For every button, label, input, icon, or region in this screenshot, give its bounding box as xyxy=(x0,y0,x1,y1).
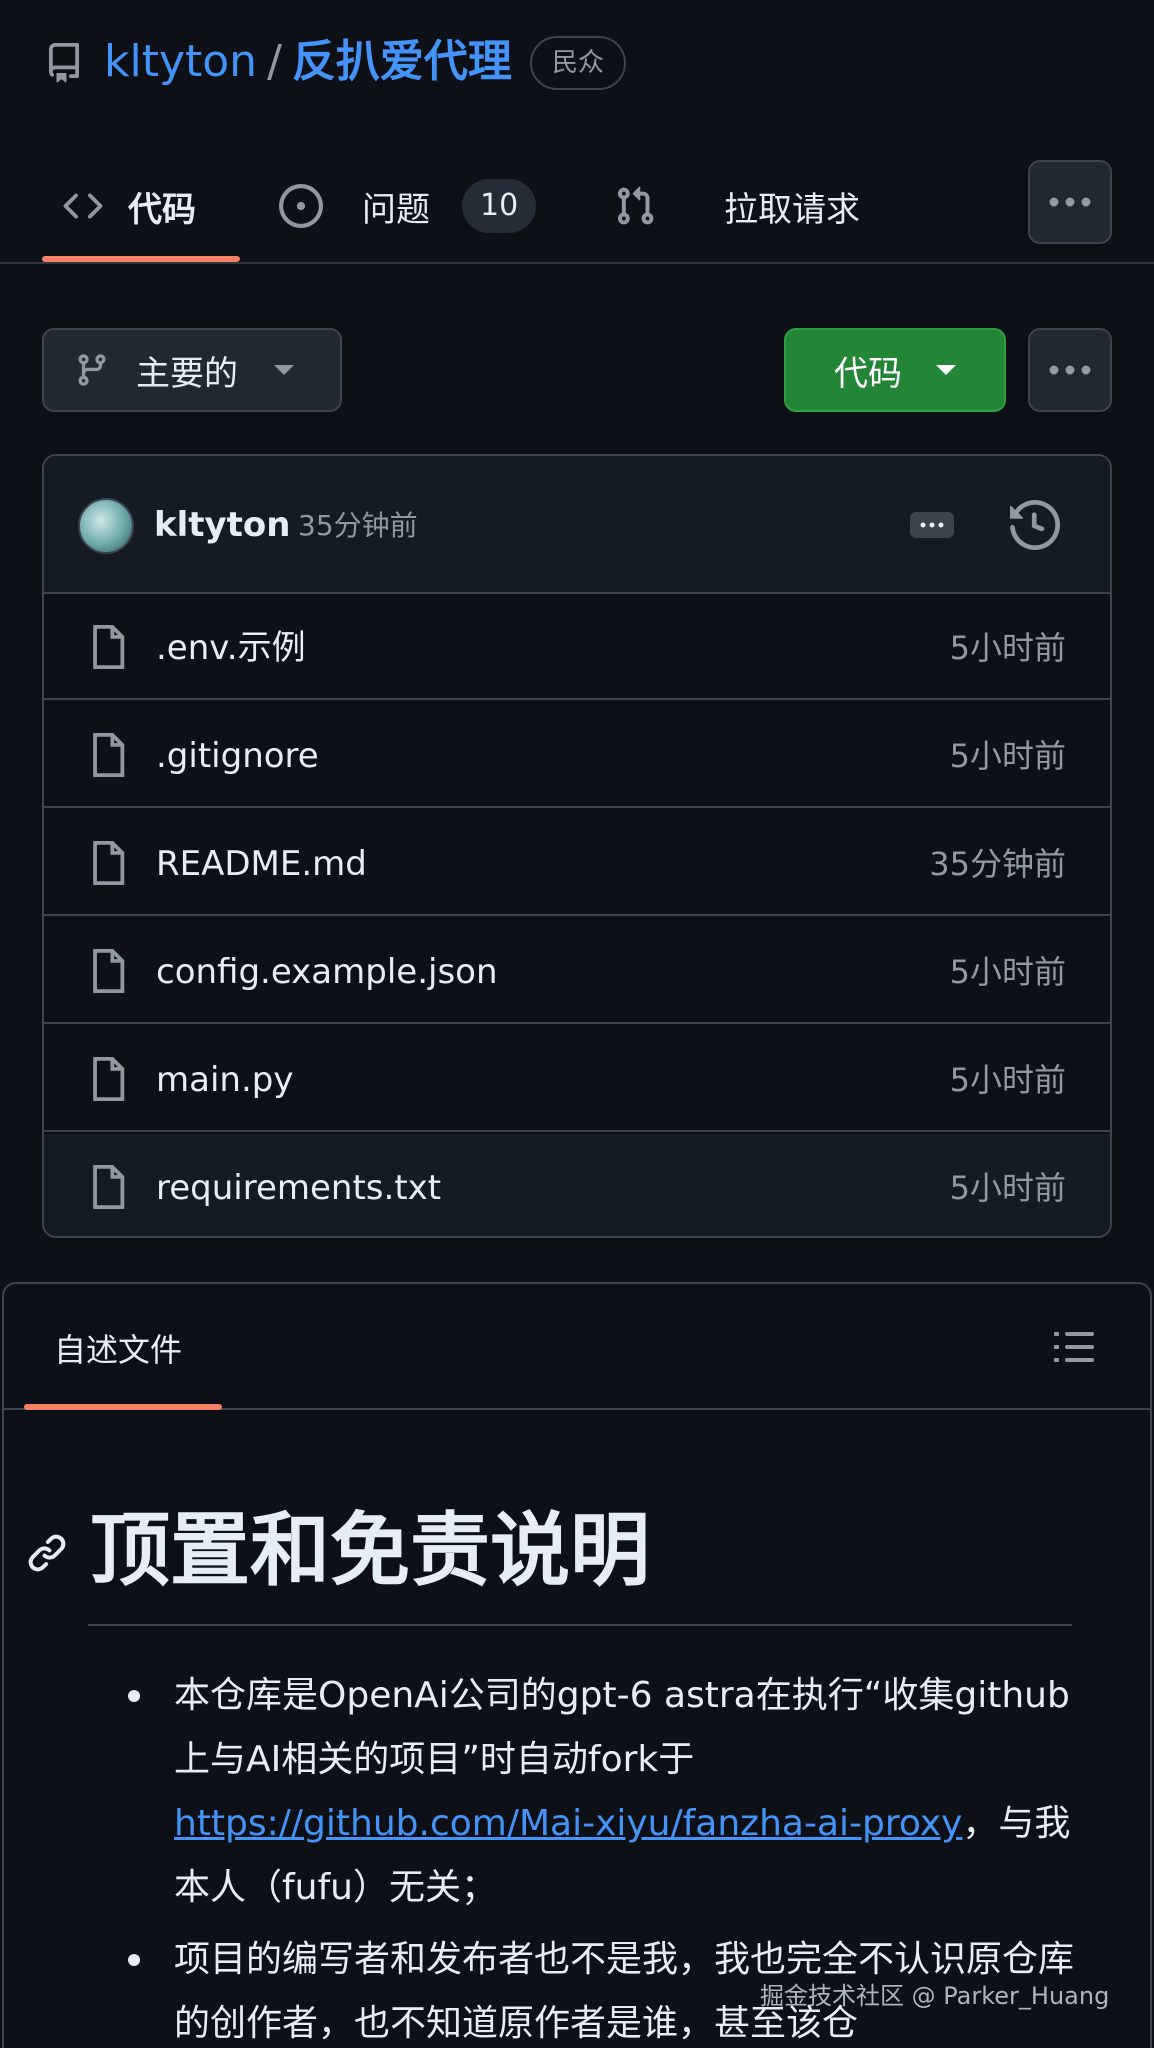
readme-heading: 顶置和免责说明 xyxy=(90,1504,650,1597)
branch-selector-button[interactable]: 主要的 xyxy=(42,328,342,412)
tab-code[interactable]: 代码 xyxy=(60,150,196,262)
tab-issues-label: 问题 xyxy=(362,189,430,230)
visibility-badge: 民众 xyxy=(530,36,627,90)
repo-header: kltyton / 反扒爱代理 民众 xyxy=(0,0,1154,130)
bullet1-text: 本仓库是OpenAi公司的gpt-6 astra在执行“收集github上与AI… xyxy=(174,1675,1070,1780)
source-repo-link[interactable]: https://github.com/Mai-xiyu/fanzha-ai-pr… xyxy=(174,1803,962,1844)
file-row[interactable]: README.md 35分钟前 xyxy=(44,810,1110,916)
commit-time: 35分钟前 xyxy=(298,509,418,542)
tab-code-label: 代码 xyxy=(128,189,196,230)
file-updated-time: 5小时前 xyxy=(949,629,1066,667)
file-icon xyxy=(93,1057,125,1101)
tab-code-active-indicator xyxy=(42,256,240,262)
file-row[interactable]: config.example.json 5小时前 xyxy=(44,918,1110,1024)
file-row[interactable]: .env.示例 5小时前 xyxy=(44,594,1110,700)
latest-commit-row: kltyton 35分钟前 xyxy=(44,456,1110,594)
file-name-link[interactable]: requirements.txt xyxy=(156,1166,441,1210)
file-updated-time: 5小时前 xyxy=(949,1061,1066,1099)
file-updated-time: 35分钟前 xyxy=(929,845,1066,883)
repo-title: kltyton / 反扒爱代理 xyxy=(104,30,512,94)
file-icon xyxy=(93,625,125,669)
file-updated-time: 5小时前 xyxy=(949,1169,1066,1207)
tab-readme[interactable]: 自述文件 xyxy=(54,1328,182,1372)
list-item: 本仓库是OpenAi公司的gpt-6 astra在执行“收集github上与AI… xyxy=(124,1664,1084,1920)
repo-owner-link[interactable]: kltyton xyxy=(104,36,257,87)
issue-opened-icon xyxy=(278,183,324,229)
code-dropdown-button[interactable]: 代码 xyxy=(784,328,1006,412)
file-updated-time: 5小时前 xyxy=(949,737,1066,775)
kebab-horizontal-icon xyxy=(1049,197,1091,207)
repo-separator: / xyxy=(267,36,282,87)
issues-count-badge: 10 xyxy=(462,179,537,233)
git-branch-icon xyxy=(78,354,106,386)
ellipsis-icon xyxy=(920,522,944,528)
file-row[interactable]: .gitignore 5小时前 xyxy=(44,702,1110,808)
file-icon xyxy=(93,1165,125,1209)
file-row[interactable]: requirements.txt 5小时前 xyxy=(44,1134,1110,1236)
branch-name: 主要的 xyxy=(136,353,238,394)
heading-divider xyxy=(88,1624,1072,1626)
file-name-link[interactable]: .gitignore xyxy=(156,734,319,778)
branch-more-button[interactable] xyxy=(1028,328,1112,412)
code-icon xyxy=(60,183,106,229)
commit-author-link[interactable]: kltyton xyxy=(154,500,291,550)
avatar[interactable] xyxy=(78,498,134,554)
file-icon xyxy=(93,949,125,993)
file-name-link[interactable]: config.example.json xyxy=(156,950,498,994)
file-name-link[interactable]: README.md xyxy=(156,842,367,886)
tab-pull-requests[interactable]: 拉取请求 xyxy=(612,150,860,262)
watermark-text: 掘金技术社区 @ Parker_Huang xyxy=(760,1982,1110,2010)
link-icon[interactable] xyxy=(26,1532,68,1574)
history-icon[interactable] xyxy=(1010,500,1060,550)
chevron-down-icon xyxy=(936,365,956,375)
tabs-more-button[interactable] xyxy=(1028,160,1112,244)
file-name-link[interactable]: main.py xyxy=(156,1058,293,1102)
kebab-horizontal-icon xyxy=(1049,365,1091,375)
file-icon xyxy=(93,841,125,885)
list-unordered-icon[interactable] xyxy=(1054,1330,1094,1364)
readme-panel: 自述文件 顶置和免责说明 本仓库是OpenAi公司的gpt-6 astra在执行… xyxy=(2,1282,1152,2048)
tab-pull-requests-label: 拉取请求 xyxy=(724,189,860,230)
readme-header: 自述文件 xyxy=(4,1284,1150,1410)
tab-issues[interactable]: 问题 10 xyxy=(278,150,537,262)
file-updated-time: 5小时前 xyxy=(949,953,1066,991)
file-name-link[interactable]: .env.示例 xyxy=(156,626,306,670)
repo-name-link[interactable]: 反扒爱代理 xyxy=(292,36,512,87)
chevron-down-icon xyxy=(274,365,294,375)
tab-readme-active-indicator xyxy=(24,1404,222,1410)
repo-icon xyxy=(48,43,79,83)
git-pull-request-icon xyxy=(612,183,658,229)
file-row[interactable]: main.py 5小时前 xyxy=(44,1026,1110,1132)
code-button-label: 代码 xyxy=(834,353,902,394)
file-icon xyxy=(93,733,125,777)
commit-message-expand-button[interactable] xyxy=(910,512,954,538)
file-listing: kltyton 35分钟前 .env.示例 5小时前 .gitignore 5小… xyxy=(42,454,1112,1238)
